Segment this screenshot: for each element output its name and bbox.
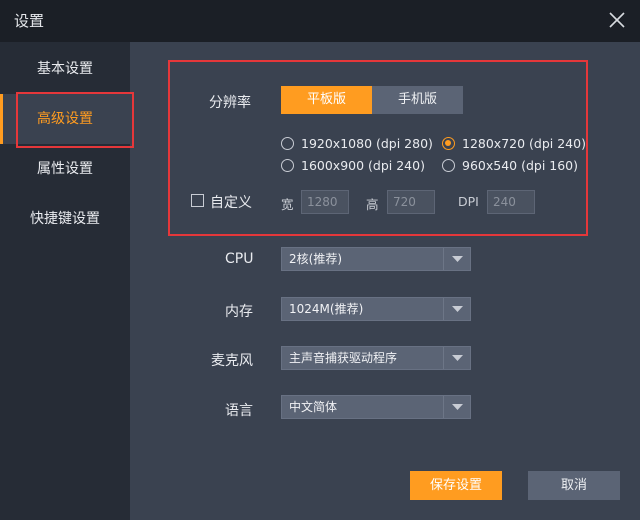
- language-select-value: 中文简体: [289, 400, 338, 414]
- title-bar: 设置: [0, 0, 640, 42]
- radio-label: 1920x1080 (dpi 280): [301, 135, 433, 151]
- radio-indicator: [281, 136, 294, 150]
- sidebar: 基本设置 高级设置 属性设置 快捷键设置: [0, 42, 130, 520]
- language-label: 语言: [225, 403, 253, 419]
- radio-1600x900[interactable]: 1600x900 (dpi 240): [281, 156, 425, 174]
- sidebar-item-basic[interactable]: 基本设置: [0, 44, 130, 94]
- chevron-down-icon: [452, 256, 463, 262]
- dpi-input[interactable]: 240: [487, 190, 535, 214]
- chevron-down-icon: [452, 355, 463, 361]
- chevron-down-icon: [452, 306, 463, 312]
- cpu-select[interactable]: 2核(推荐): [281, 247, 471, 271]
- close-icon: [609, 12, 625, 28]
- microphone-dropdown-arrow[interactable]: [443, 347, 470, 369]
- sidebar-item-shortcuts[interactable]: 快捷键设置: [0, 194, 130, 244]
- resolution-label: 分辨率: [209, 95, 251, 111]
- close-button[interactable]: [606, 9, 628, 31]
- window-title: 设置: [14, 12, 45, 30]
- memory-select[interactable]: 1024M(推荐): [281, 297, 471, 321]
- dpi-label: DPI: [458, 194, 479, 209]
- cancel-button[interactable]: 取消: [528, 471, 620, 500]
- width-input[interactable]: 1280: [301, 190, 349, 214]
- radio-indicator: [442, 158, 455, 172]
- sidebar-item-properties[interactable]: 属性设置: [0, 144, 130, 194]
- radio-indicator-checked: [442, 136, 455, 150]
- language-select[interactable]: 中文简体: [281, 395, 471, 419]
- radio-label: 1280x720 (dpi 240): [462, 135, 586, 151]
- radio-label: 1600x900 (dpi 240): [301, 157, 425, 173]
- cpu-select-value: 2核(推荐): [289, 252, 342, 266]
- radio-960x540[interactable]: 960x540 (dpi 160): [442, 156, 578, 174]
- microphone-select-value: 主声音捕获驱动程序: [289, 351, 398, 365]
- radio-indicator: [281, 158, 294, 172]
- memory-dropdown-arrow[interactable]: [443, 298, 470, 320]
- custom-resolution-label: 自定义: [210, 195, 252, 211]
- radio-1280x720[interactable]: 1280x720 (dpi 240): [442, 134, 586, 152]
- save-button[interactable]: 保存设置: [410, 471, 502, 500]
- cpu-dropdown-arrow[interactable]: [443, 248, 470, 270]
- radio-label: 960x540 (dpi 160): [462, 157, 579, 173]
- cpu-label: CPU: [225, 251, 254, 267]
- microphone-select[interactable]: 主声音捕获驱动程序: [281, 346, 471, 370]
- height-input[interactable]: 720: [387, 190, 435, 214]
- memory-label: 内存: [225, 304, 253, 320]
- language-dropdown-arrow[interactable]: [443, 396, 470, 418]
- sidebar-item-advanced[interactable]: 高级设置: [0, 94, 130, 144]
- width-label: 宽: [281, 197, 294, 212]
- radio-1920x1080[interactable]: 1920x1080 (dpi 280): [281, 134, 433, 152]
- height-label: 高: [366, 197, 379, 212]
- memory-select-value: 1024M(推荐): [289, 302, 364, 316]
- tab-phone[interactable]: 手机版: [372, 86, 463, 114]
- microphone-label: 麦克风: [211, 353, 253, 369]
- custom-resolution-checkbox[interactable]: [191, 194, 204, 207]
- chevron-down-icon: [452, 404, 463, 410]
- tab-tablet[interactable]: 平板版: [281, 86, 372, 114]
